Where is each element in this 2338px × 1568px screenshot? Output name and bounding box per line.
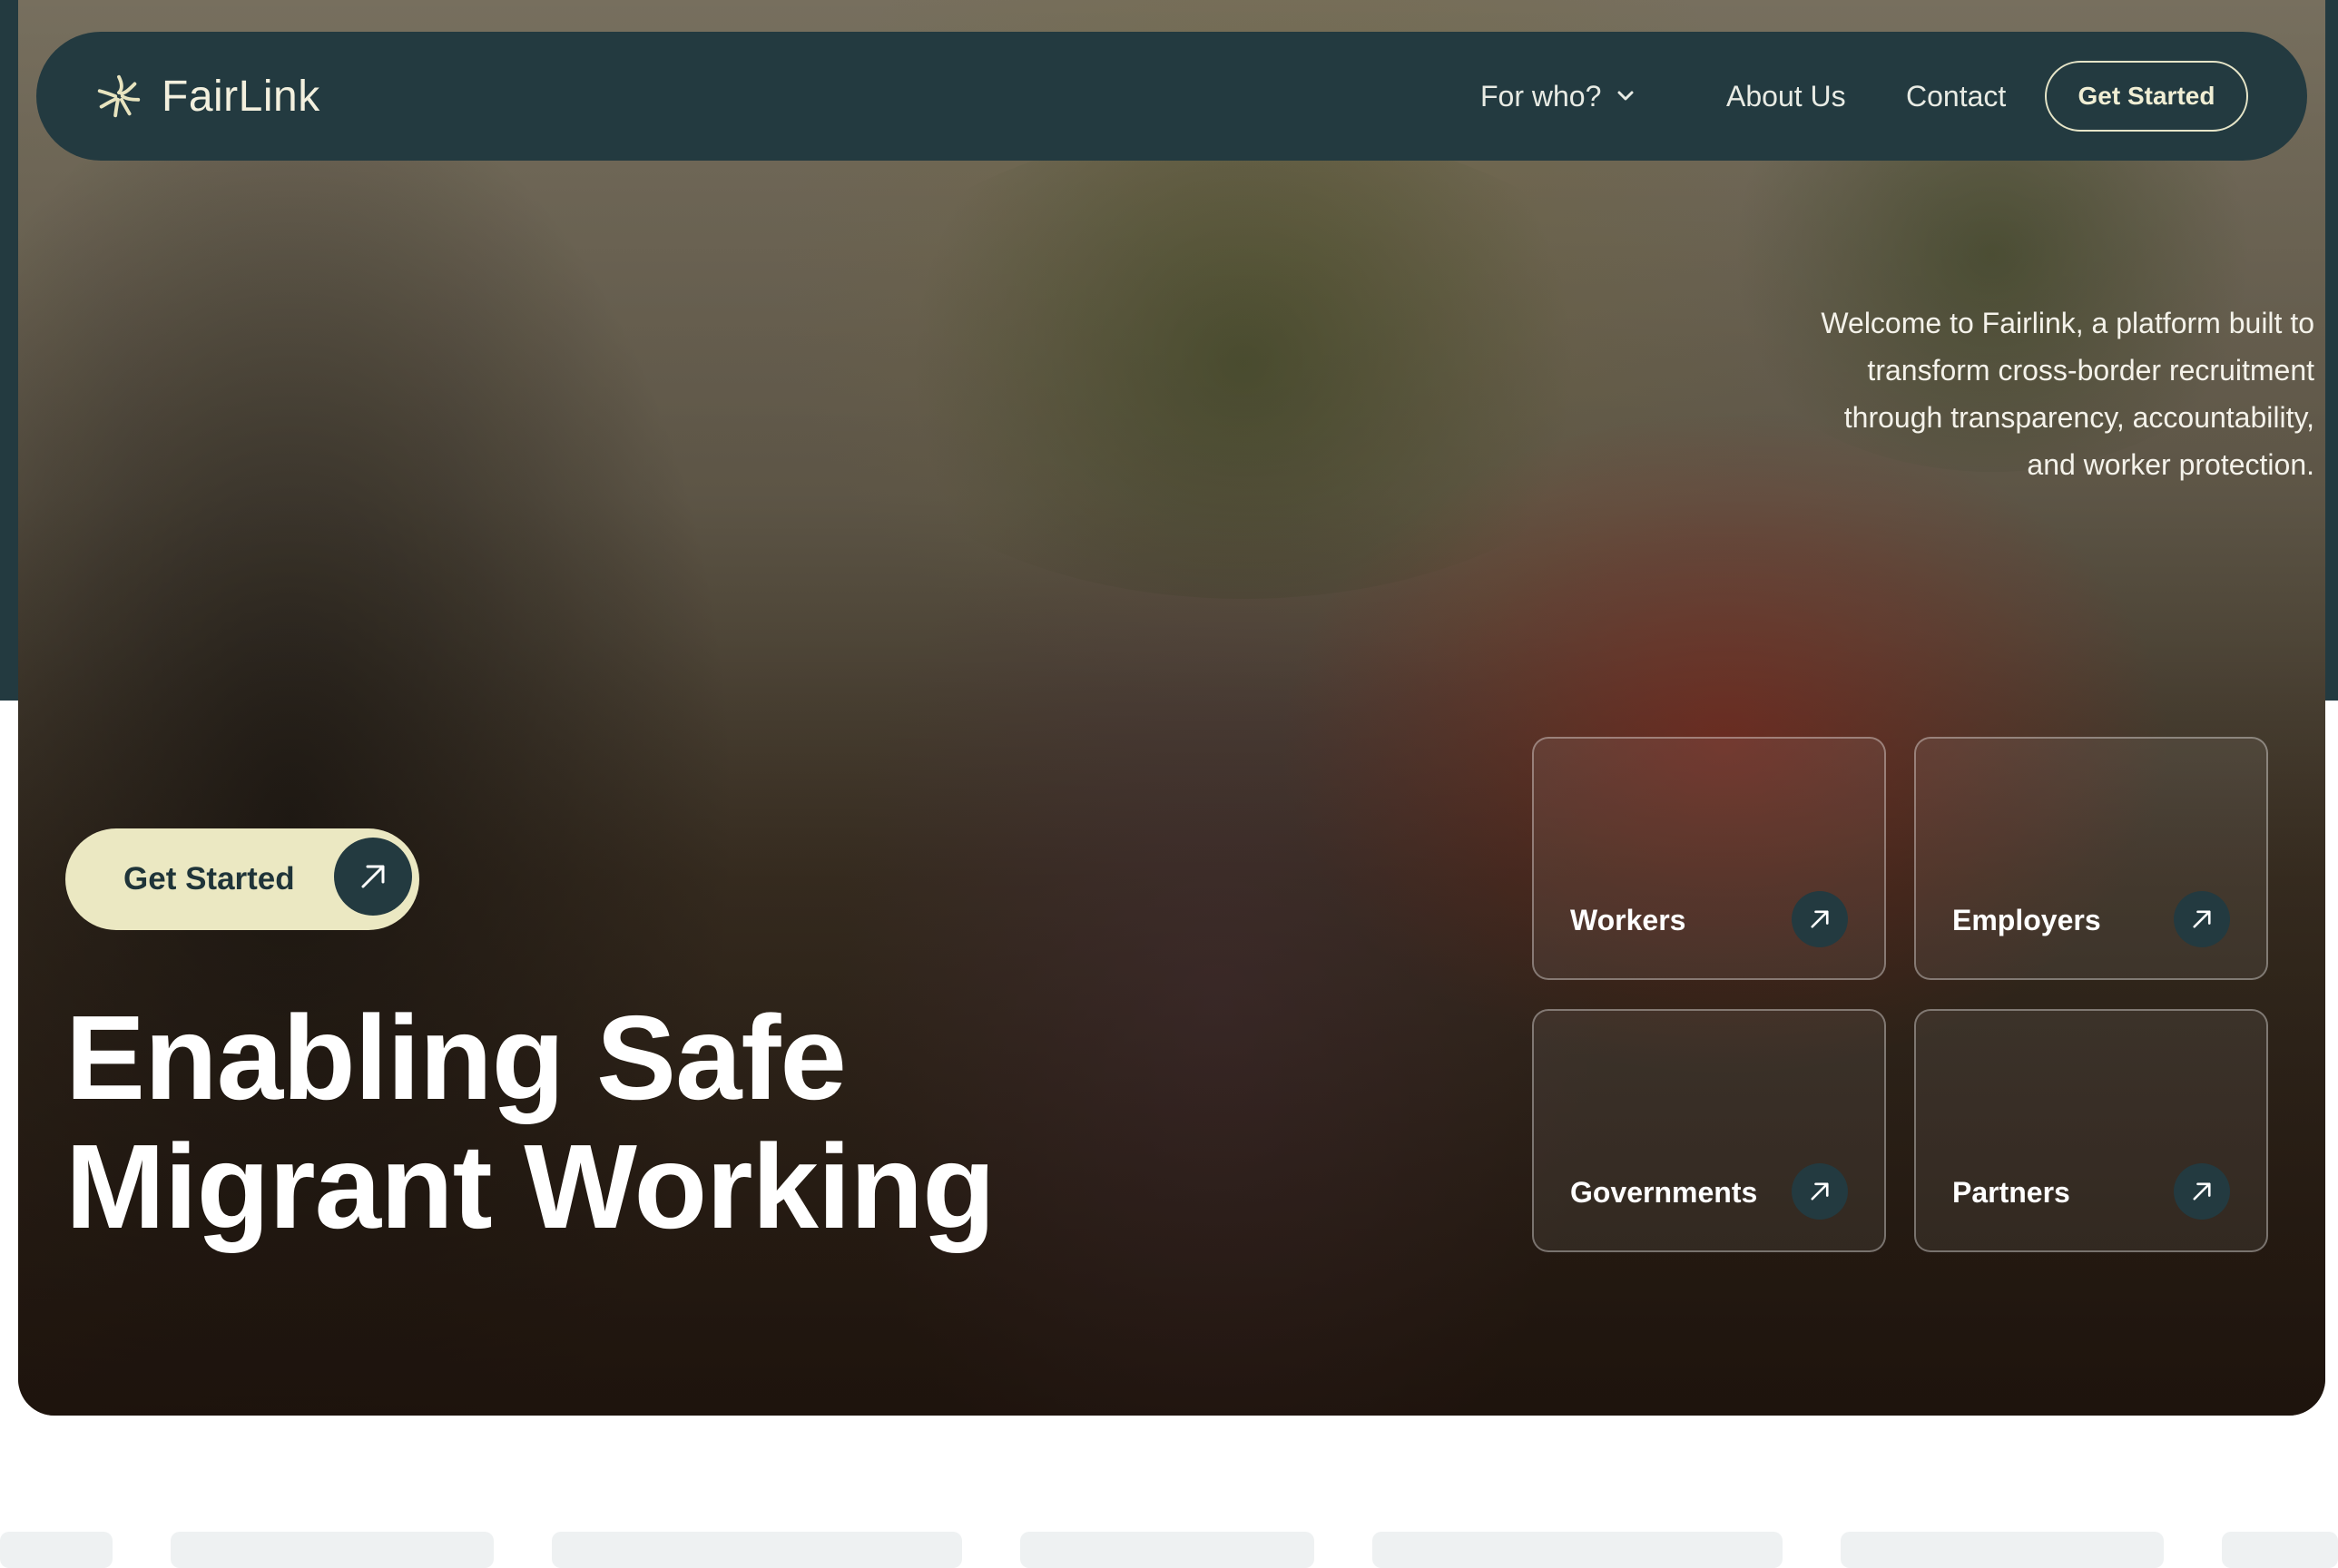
arrow-up-right-icon xyxy=(2174,1163,2230,1220)
partner-logo-tile xyxy=(552,1532,962,1568)
hero-get-started-button[interactable]: Get Started xyxy=(65,828,419,930)
brand-logo[interactable]: FairLink xyxy=(93,68,320,124)
welcome-text: Welcome to Fairlink, a platform built to… xyxy=(1821,307,2314,481)
headline-line-1: Enabling Safe xyxy=(65,991,847,1124)
partner-logo-tile xyxy=(0,1532,113,1568)
card-employers[interactable]: Employers xyxy=(1914,737,2268,980)
nav-for-who-dropdown[interactable]: For who? xyxy=(1480,75,1637,117)
partner-logo-tile xyxy=(2222,1532,2338,1568)
arrow-up-right-icon xyxy=(1792,1163,1848,1220)
chevron-down-icon xyxy=(1617,91,1634,101)
hero-get-started-label: Get Started xyxy=(123,861,295,897)
card-label: Governments xyxy=(1570,1176,1758,1209)
card-label: Employers xyxy=(1952,904,2101,936)
card-label: Workers xyxy=(1570,904,1686,936)
arrow-up-right-icon xyxy=(2174,891,2230,947)
headline-line-2: Migrant Working xyxy=(65,1120,996,1253)
nav-about-us[interactable]: About Us xyxy=(1726,75,1846,117)
nav-get-started-button[interactable]: Get Started xyxy=(2045,61,2248,132)
partner-logo-tile xyxy=(1372,1532,1783,1568)
partner-logo-tile xyxy=(1020,1532,1314,1568)
arrow-up-right-icon xyxy=(1792,891,1848,947)
nav-item-label: About Us xyxy=(1726,80,1846,113)
fairlink-logo-icon xyxy=(97,74,141,118)
nav-contact[interactable]: Contact xyxy=(1906,75,2006,117)
card-workers[interactable]: Workers xyxy=(1532,737,1886,980)
card-label: Partners xyxy=(1952,1176,2070,1209)
partner-logo-tile xyxy=(1841,1532,2164,1568)
card-partners[interactable]: Partners xyxy=(1914,1009,2268,1252)
card-governments[interactable]: Governments xyxy=(1532,1009,1886,1252)
nav-item-label: For who? xyxy=(1480,80,1602,113)
nav-item-label: Contact xyxy=(1906,80,2007,113)
partner-logo-tile xyxy=(171,1532,494,1568)
navbar: FairLink For who? About Us Contact Get S… xyxy=(36,32,2307,161)
arrow-up-right-icon xyxy=(334,838,412,916)
hero-section: Welcome to Fairlink, a platform built to… xyxy=(18,0,2325,1416)
hero-headline: Enabling Safe Migrant Working xyxy=(65,994,1064,1251)
brand-name: FairLink xyxy=(162,72,320,121)
